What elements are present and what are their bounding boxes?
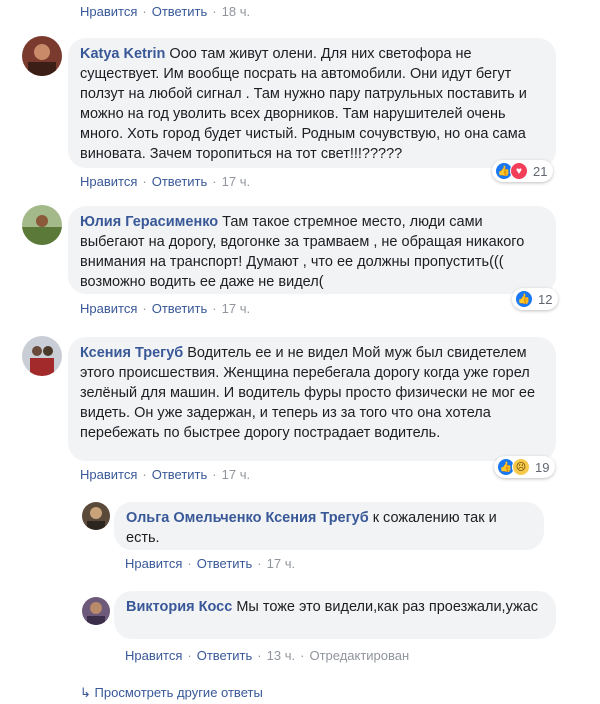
reply-actions: Нравится · Ответить · 13 ч. · Отредактирован [125, 648, 409, 663]
like-link[interactable]: Нравится [125, 648, 182, 663]
avatar-image [22, 36, 62, 76]
comment-actions: Нравится · Ответить · 17 ч. [80, 174, 250, 189]
sad-reaction-icon: ☹ [512, 458, 530, 476]
timestamp[interactable]: 17 ч. [222, 301, 250, 316]
separator: · [142, 4, 147, 19]
avatar[interactable] [22, 36, 62, 76]
prev-comment-actions: Нравится · Ответить · 18 ч. [80, 4, 250, 19]
more-replies-link[interactable]: ↳ Просмотреть другие ответы [80, 685, 263, 701]
avatar[interactable] [22, 336, 62, 376]
separator: · [142, 301, 147, 316]
like-link[interactable]: Нравится [80, 467, 137, 482]
reaction-count: 21 [533, 163, 548, 179]
timestamp[interactable]: 17 ч. [222, 467, 250, 482]
comment-bubble: Юлия Герасименко Там такое стремное место… [68, 206, 556, 294]
separator: · [142, 174, 147, 189]
mention-link[interactable]: Ксения Трегуб [265, 510, 368, 526]
reply-actions: Нравится · Ответить · 17 ч. [125, 556, 295, 571]
comment-author[interactable]: Юлия Герасименко [80, 214, 218, 230]
reply-link[interactable]: Ответить [197, 648, 253, 663]
like-link[interactable]: Нравится [80, 4, 137, 19]
comment-bubble: Katya Ketrin Ооо там живут олени. Для них… [68, 38, 556, 168]
comment-author[interactable]: Ксения Трегуб [80, 345, 183, 361]
separator: · [212, 4, 217, 19]
reply-bubble: Ольга Омельченко Ксения Трегуб к сожалению… [114, 502, 544, 550]
avatar-image [22, 336, 62, 376]
reply-author[interactable]: Виктория Косс [126, 599, 232, 615]
timestamp[interactable]: 18 ч. [222, 4, 250, 19]
timestamp[interactable]: 17 ч. [222, 174, 250, 189]
separator: · [212, 174, 217, 189]
reply-bubble: Виктория Косс Мы тоже это видели,как раз … [114, 591, 556, 639]
comment-actions: Нравится · Ответить · 17 ч. [80, 467, 250, 482]
reactions-badge[interactable]: 👍 12 [512, 288, 559, 310]
separator: · [212, 301, 217, 316]
separator: · [142, 467, 147, 482]
comment-bubble: Ксения Трегуб Водитель ее и не видел Мой … [68, 337, 556, 461]
like-link[interactable]: Нравится [125, 556, 182, 571]
timestamp[interactable]: 17 ч. [267, 556, 295, 571]
separator: · [187, 556, 192, 571]
love-reaction-icon: ♥ [510, 162, 528, 180]
reply-arrow-icon: ↳ [80, 685, 95, 700]
edited-label[interactable]: Отредактирован [309, 648, 409, 663]
separator: · [187, 648, 192, 663]
avatar-image [82, 502, 110, 530]
avatar[interactable] [82, 502, 110, 530]
reply-link[interactable]: Ответить [152, 4, 208, 19]
reply-link[interactable]: Ответить [152, 467, 208, 482]
avatar-image [22, 205, 62, 245]
comment-author[interactable]: Katya Ketrin [80, 46, 165, 62]
like-link[interactable]: Нравится [80, 301, 137, 316]
comment-text: Ооо там живут олени. Для них светофора н… [80, 46, 527, 162]
comment-actions: Нравится · Ответить · 17 ч. [80, 301, 250, 316]
separator: · [212, 467, 217, 482]
like-reaction-icon: 👍 [515, 290, 533, 308]
reply-link[interactable]: Ответить [152, 174, 208, 189]
reaction-count: 19 [535, 459, 550, 475]
separator: · [300, 648, 305, 663]
reply-link[interactable]: Ответить [152, 301, 208, 316]
avatar[interactable] [82, 597, 110, 625]
reply-text: Мы тоже это видели,как раз проезжали,ужа… [236, 599, 539, 615]
reaction-count: 12 [538, 291, 553, 307]
avatar[interactable] [22, 205, 62, 245]
timestamp[interactable]: 13 ч. [267, 648, 295, 663]
separator: · [257, 648, 262, 663]
like-link[interactable]: Нравится [80, 174, 137, 189]
reactions-badge[interactable]: 👍 ☹ 19 [494, 456, 556, 478]
reply-link[interactable]: Ответить [197, 556, 253, 571]
reply-author[interactable]: Ольга Омельченко [126, 510, 261, 526]
more-replies-label: Просмотреть другие ответы [94, 685, 263, 700]
separator: · [257, 556, 262, 571]
avatar-image [82, 597, 110, 625]
reactions-badge[interactable]: 👍 ♥ 21 [492, 160, 554, 182]
